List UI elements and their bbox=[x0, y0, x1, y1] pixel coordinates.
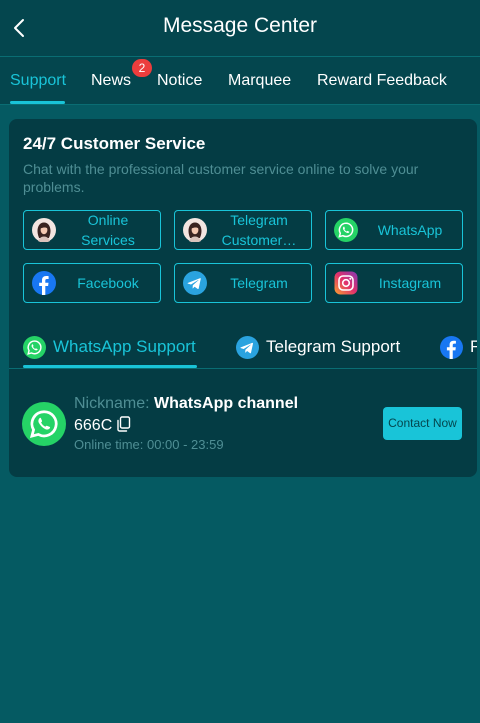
channel-tabs: WhatsApp Support Telegram Support F bbox=[9, 325, 477, 369]
whatsapp-button[interactable]: WhatsApp bbox=[325, 210, 463, 250]
facebook-label: Facebook bbox=[77, 275, 139, 291]
contact-number: 666C bbox=[74, 417, 113, 434]
contact-now-label: Contact Now bbox=[388, 416, 457, 430]
whatsapp-label: WhatsApp bbox=[377, 222, 443, 238]
main-tabs: Support News 2 Notice Marquee Reward Fee… bbox=[0, 57, 480, 105]
news-unread-badge: 2 bbox=[132, 59, 152, 77]
online-services-label: Online Services bbox=[81, 212, 135, 248]
whatsapp-icon bbox=[334, 218, 358, 242]
instagram-label: Instagram bbox=[378, 275, 442, 291]
telegram-icon bbox=[236, 336, 259, 359]
telegram-label: Telegram bbox=[230, 275, 288, 291]
tab-label: WhatsApp Support bbox=[53, 337, 196, 356]
tab-label: F bbox=[470, 337, 477, 356]
customer-service-card: 24/7 Customer Service Chat with the prof… bbox=[9, 119, 477, 477]
tab-reward-feedback[interactable]: Reward Feedback bbox=[317, 72, 447, 90]
tab-facebook-support[interactable]: F bbox=[440, 335, 477, 359]
tab-whatsapp-support[interactable]: WhatsApp Support bbox=[23, 335, 196, 359]
tab-telegram-support[interactable]: Telegram Support bbox=[236, 335, 400, 359]
agent-avatar-icon bbox=[183, 218, 207, 242]
instagram-button[interactable]: Instagram bbox=[325, 263, 463, 303]
copy-icon[interactable] bbox=[116, 416, 131, 432]
header-bar: Message Center bbox=[0, 0, 480, 57]
tab-support[interactable]: Support bbox=[10, 72, 66, 90]
telegram-icon bbox=[183, 271, 207, 295]
facebook-button[interactable]: Facebook bbox=[23, 263, 161, 303]
telegram-button[interactable]: Telegram bbox=[174, 263, 312, 303]
facebook-icon bbox=[440, 336, 463, 359]
tab-label: Telegram Support bbox=[266, 337, 401, 356]
tab-marquee[interactable]: Marquee bbox=[228, 72, 291, 90]
facebook-icon bbox=[32, 271, 56, 295]
agent-avatar-icon bbox=[32, 218, 56, 242]
contact-row: Nickname: WhatsApp channel 666C Online t… bbox=[9, 391, 477, 455]
nickname-value: WhatsApp channel bbox=[154, 395, 299, 412]
telegram-customer-label: Telegram Customer… bbox=[221, 212, 297, 248]
telegram-customer-button[interactable]: Telegram Customer… bbox=[174, 210, 312, 250]
instagram-icon bbox=[334, 271, 358, 295]
tab-notice[interactable]: Notice bbox=[157, 72, 202, 90]
online-services-button[interactable]: Online Services bbox=[23, 210, 161, 250]
service-title: 24/7 Customer Service bbox=[23, 134, 206, 153]
nickname-label: Nickname: bbox=[74, 395, 150, 412]
whatsapp-icon bbox=[22, 402, 66, 446]
active-tab-indicator bbox=[10, 101, 65, 104]
page-title: Message Center bbox=[162, 14, 318, 37]
service-subtitle: Chat with the professional customer serv… bbox=[23, 161, 419, 195]
tab-news[interactable]: News bbox=[91, 72, 131, 90]
active-channel-indicator bbox=[23, 365, 197, 368]
whatsapp-icon bbox=[23, 336, 46, 359]
online-time: Online time: 00:00 - 23:59 bbox=[74, 437, 224, 452]
nickname: Nickname: WhatsApp channel 666C bbox=[74, 393, 334, 437]
contact-now-button[interactable]: Contact Now bbox=[383, 407, 462, 440]
